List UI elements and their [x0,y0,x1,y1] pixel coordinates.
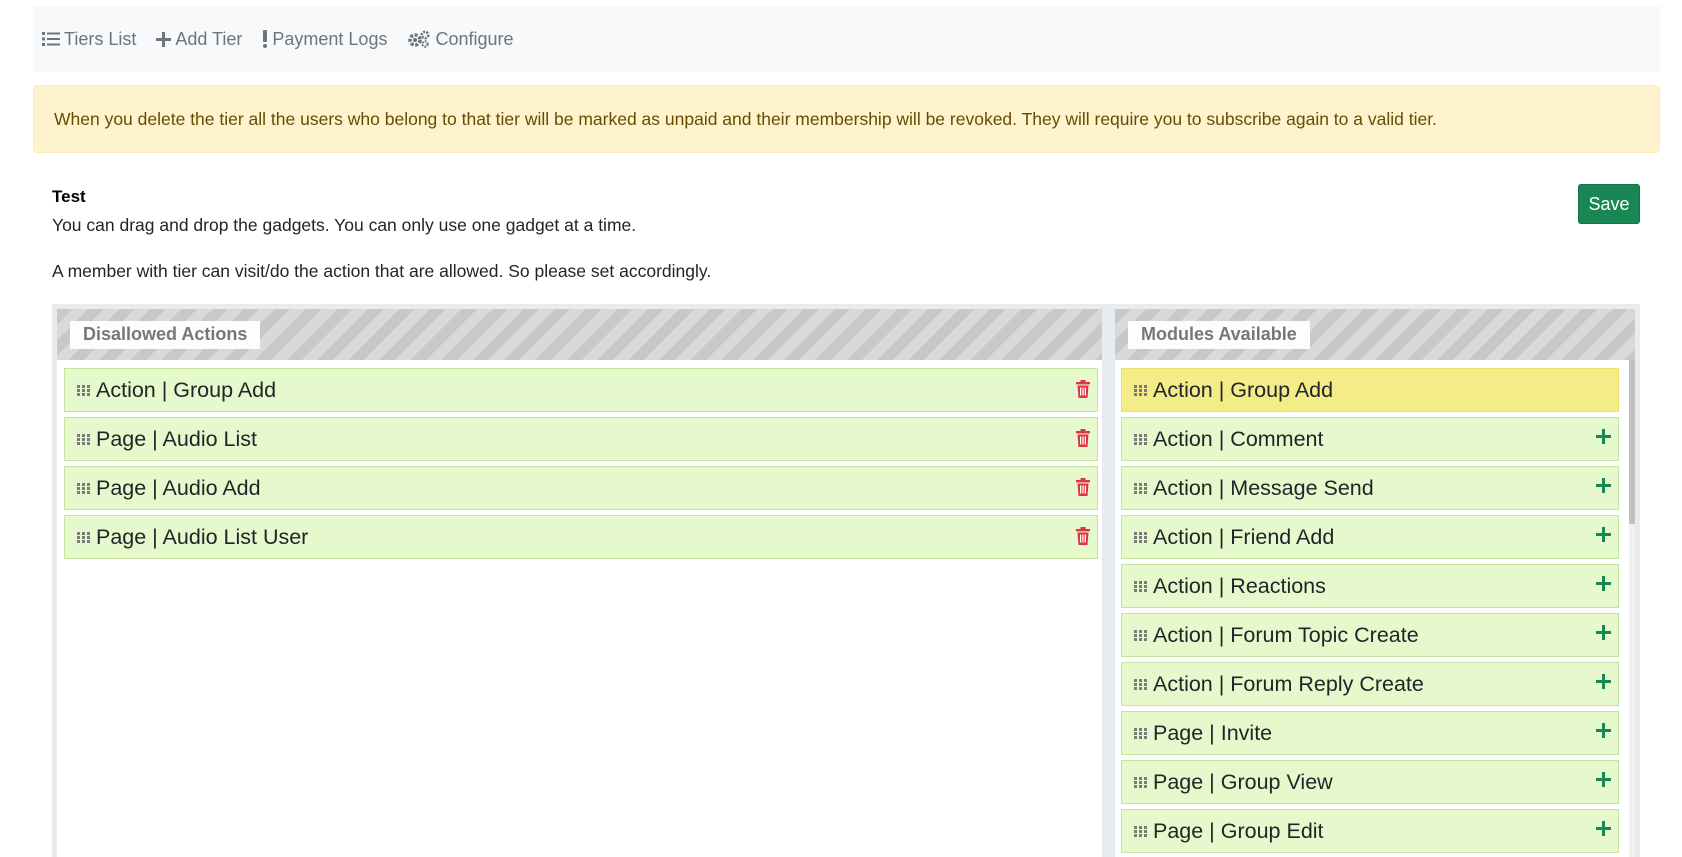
grip-icon [77,531,90,543]
nav-configure[interactable]: Configure [407,28,514,50]
item-label: Action | Comment [1153,426,1324,451]
plus-icon[interactable] [1596,527,1611,542]
warning-alert: When you delete the tier all the users w… [33,85,1660,153]
trash-icon[interactable] [1076,527,1090,545]
list-item[interactable]: Action | Group Add [1121,368,1619,412]
list-item[interactable]: Page | Audio Add [64,466,1098,510]
top-nav: Tiers List Add Tier Payment Logs Configu… [33,6,1660,72]
nav-tiers-list[interactable]: Tiers List [42,29,136,50]
tier-title: Test [52,187,86,206]
list-item[interactable]: Action | Comment [1121,417,1619,461]
tier-description: You can drag and drop the gadgets. You c… [52,215,637,235]
grip-icon [77,384,90,396]
scrollbar-thumb[interactable] [1629,360,1635,524]
plus-icon[interactable] [1596,429,1611,444]
trash-icon[interactable] [1076,429,1090,447]
item-label: Action | Forum Topic Create [1153,622,1419,647]
plus-icon[interactable] [1596,723,1611,738]
nav-label: Tiers List [64,28,137,49]
grip-icon [1134,482,1147,494]
trash-icon[interactable] [1076,380,1090,398]
grip-icon [77,482,90,494]
grip-icon [1134,384,1147,396]
column-title: Modules Available [1128,321,1310,349]
item-label: Page | Audio List User [96,524,309,549]
item-label: Action | Friend Add [1153,524,1335,549]
list-item[interactable]: Action | Reactions [1121,564,1619,608]
item-label: Action | Reactions [1153,573,1326,598]
list-item[interactable]: Page | Audio List User [64,515,1098,559]
alert-text: When you delete the tier all the users w… [54,108,1437,129]
list-item[interactable]: Action | Friend Add [1121,515,1619,559]
column-header: Disallowed Actions [57,309,1102,360]
item-label: Page | Audio List [96,426,257,451]
plus-icon[interactable] [1596,478,1611,493]
plus-icon[interactable] [1596,821,1611,836]
grip-icon [1134,531,1147,543]
item-label: Page | Group Edit [1153,818,1324,843]
grip-icon [77,433,90,445]
list-item[interactable]: Action | Forum Topic Create [1121,613,1619,657]
list-item[interactable]: Page | Audio List [64,417,1098,461]
disallowed-actions-column[interactable]: Disallowed Actions Action | Group Add Pa… [57,309,1102,857]
item-label: Action | Group Add [96,377,277,402]
plus-icon[interactable] [1596,576,1611,591]
grip-icon [1134,678,1147,690]
nav-label: Add Tier [175,28,243,49]
item-label: Action | Group Add [1153,377,1334,402]
list-item[interactable]: Action | Group Add [64,368,1098,412]
grip-icon [1134,629,1147,641]
grip-icon [1134,776,1147,788]
list-item[interactable]: Action | Forum Reply Create [1121,662,1619,706]
nav-label: Configure [435,28,514,49]
plus-icon [156,31,172,47]
nav-add-tier[interactable]: Add Tier [156,29,242,50]
list-item[interactable]: Page | Invite [1121,711,1619,755]
item-label: Page | Group View [1153,769,1333,794]
grip-icon [1134,727,1147,739]
column-title: Disallowed Actions [70,321,261,349]
nav-label: Payment Logs [272,28,388,49]
plus-icon[interactable] [1596,772,1611,787]
modules-available-column[interactable]: Modules Available Action | Group Add Act… [1115,309,1635,857]
save-button[interactable]: Save [1578,184,1640,224]
trash-icon[interactable] [1076,478,1090,496]
item-label: Action | Forum Reply Create [1153,671,1424,696]
plus-icon[interactable] [1596,674,1611,689]
list-item[interactable]: Action | Message Send [1121,466,1619,510]
item-label: Action | Message Send [1153,475,1374,500]
grip-icon [1134,580,1147,592]
grip-icon [1134,433,1147,445]
item-label: Page | Audio Add [96,475,261,500]
tier-instructions: A member with tier can visit/do the acti… [52,261,712,281]
gears-icon [407,30,431,48]
exclamation-icon [262,30,268,48]
nav-payment-logs[interactable]: Payment Logs [262,29,387,50]
list-item[interactable]: Page | Group View [1121,760,1619,804]
gadget-board: Disallowed Actions Action | Group Add Pa… [52,304,1640,857]
list-item[interactable]: Page | Group Edit [1121,809,1619,853]
list-icon [42,31,60,47]
item-label: Page | Invite [1153,720,1273,745]
column-header: Modules Available [1115,309,1635,360]
plus-icon[interactable] [1596,625,1611,640]
grip-icon [1134,825,1147,837]
